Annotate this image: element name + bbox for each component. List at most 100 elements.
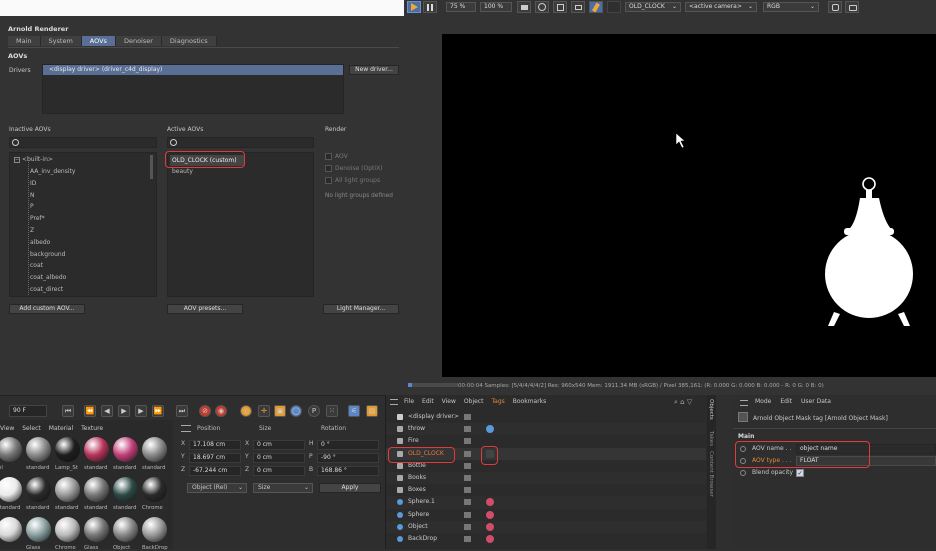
side-tab-takes[interactable]: Takes bbox=[708, 431, 714, 446]
material-thumbnail[interactable] bbox=[84, 477, 109, 502]
region-button[interactable] bbox=[517, 1, 531, 13]
visibility-toggle-icon[interactable] bbox=[464, 414, 471, 420]
material-thumbnail[interactable] bbox=[26, 477, 51, 502]
material-thumbnail[interactable] bbox=[142, 437, 167, 462]
keyframe-button[interactable]: ◎ bbox=[240, 405, 252, 417]
material-thumbnail[interactable] bbox=[26, 517, 51, 542]
object-row[interactable]: Boxes bbox=[386, 484, 706, 497]
list-item[interactable]: P bbox=[30, 201, 34, 213]
menu-view[interactable]: View bbox=[0, 425, 14, 432]
object-name[interactable]: <display driver> bbox=[408, 411, 459, 423]
menu-edit[interactable]: Edit bbox=[780, 398, 792, 405]
object-row[interactable]: Fire bbox=[386, 435, 706, 448]
rotate-key-icon[interactable]: ◯ bbox=[290, 405, 302, 417]
menu-bookmarks[interactable]: Bookmarks bbox=[513, 398, 547, 405]
material-thumbnail[interactable] bbox=[142, 517, 167, 542]
scale-key-icon[interactable]: ▣ bbox=[274, 405, 286, 417]
material-thumbnail[interactable] bbox=[113, 477, 138, 502]
menu-object[interactable]: Object bbox=[464, 398, 484, 405]
object-name[interactable]: BackDrop bbox=[408, 533, 437, 545]
driver-entry[interactable]: <display driver> (driver_c4d_display) bbox=[43, 65, 343, 75]
material-thumbnail[interactable] bbox=[55, 437, 80, 462]
visibility-toggle-icon[interactable] bbox=[464, 438, 471, 445]
prev-frame-button[interactable]: ◀ bbox=[101, 405, 113, 417]
crop-button[interactable] bbox=[553, 1, 567, 13]
next-frame-button[interactable]: ▶ bbox=[135, 405, 147, 417]
play-forward-button[interactable]: ▶ bbox=[118, 405, 130, 417]
tab-denoiser[interactable]: Denoiser bbox=[115, 36, 162, 46]
rotation-field[interactable]: 0 ° bbox=[317, 440, 379, 450]
visibility-toggle-icon[interactable] bbox=[464, 462, 471, 469]
menu-icon[interactable] bbox=[181, 425, 191, 432]
coordinate-mode-select[interactable]: Object (Rel) ⌄ bbox=[187, 483, 247, 493]
aov-presets-button[interactable]: AOV presets... bbox=[167, 304, 243, 314]
zoom-select[interactable]: 75 % bbox=[446, 2, 476, 12]
active-aovs-list[interactable]: OLD_CLOCK (custom) beauty bbox=[167, 152, 314, 297]
camera-button[interactable] bbox=[845, 1, 859, 13]
grid-button[interactable] bbox=[535, 1, 549, 13]
lock-button[interactable] bbox=[607, 1, 621, 13]
menu-tags[interactable]: Tags bbox=[491, 398, 504, 405]
film-strip-icon[interactable]: ▤ bbox=[366, 405, 378, 417]
new-driver-button[interactable]: New driver... bbox=[349, 65, 399, 75]
aov-checkbox[interactable] bbox=[325, 153, 332, 160]
position-field[interactable]: 17.108 cm bbox=[189, 440, 241, 450]
apply-button[interactable]: Apply bbox=[319, 483, 381, 493]
tab-aovs[interactable]: AOVs bbox=[81, 36, 116, 46]
size-mode-select[interactable]: Size ⌄ bbox=[253, 483, 313, 493]
visibility-toggle-icon[interactable] bbox=[464, 426, 471, 433]
light-manager-button[interactable]: Light Manager... bbox=[323, 304, 399, 314]
size-field[interactable]: 0 cm bbox=[253, 440, 305, 450]
rotation-field[interactable]: -90 ° bbox=[317, 453, 379, 463]
material-tag-icon[interactable] bbox=[486, 535, 494, 543]
visibility-toggle-icon[interactable] bbox=[464, 475, 471, 481]
filter-icon[interactable]: ▽ bbox=[687, 398, 692, 406]
record-button[interactable]: ⊘ bbox=[199, 405, 211, 417]
object-row[interactable]: Books bbox=[386, 472, 706, 485]
home-icon[interactable]: ⌂ bbox=[680, 398, 684, 406]
refresh-button[interactable] bbox=[828, 1, 842, 13]
goto-start-button[interactable]: ⏮ bbox=[62, 405, 74, 417]
menu-file[interactable]: File bbox=[404, 398, 414, 405]
prev-key-button[interactable]: ⏪ bbox=[84, 405, 96, 417]
list-item[interactable]: Pref* bbox=[30, 213, 45, 225]
list-item[interactable]: ID bbox=[30, 178, 36, 190]
menu-edit[interactable]: Edit bbox=[422, 398, 434, 405]
list-item[interactable]: background bbox=[30, 249, 66, 261]
active-search-field[interactable] bbox=[167, 137, 314, 148]
position-field[interactable]: 18.697 cm bbox=[189, 453, 241, 463]
visibility-toggle-icon[interactable] bbox=[464, 511, 471, 518]
side-tab-content-browser[interactable]: Content Browser bbox=[708, 451, 714, 497]
render-play-button[interactable] bbox=[407, 1, 421, 13]
inactive-aovs-list[interactable]: − <built-in> AA_inv_density ID N P Pref*… bbox=[9, 152, 157, 297]
list-item[interactable]: coat bbox=[30, 260, 43, 272]
object-name[interactable]: throw bbox=[408, 423, 425, 435]
tab-diagnostics[interactable]: Diagnostics bbox=[161, 36, 217, 46]
material-thumbnail[interactable] bbox=[55, 477, 80, 502]
material-thumbnail[interactable] bbox=[84, 437, 109, 462]
size-field[interactable]: 0 cm bbox=[253, 466, 305, 476]
visibility-toggle-icon[interactable] bbox=[464, 487, 471, 494]
channel-select[interactable]: RGB ⌄ bbox=[763, 2, 819, 12]
frame-field[interactable]: 90 F bbox=[9, 405, 47, 417]
render-canvas[interactable] bbox=[442, 34, 936, 377]
list-item[interactable]: coat_albedo bbox=[30, 272, 66, 284]
object-name[interactable]: Fire bbox=[408, 435, 419, 447]
object-row[interactable]: Sphere.1 bbox=[386, 496, 706, 509]
add-custom-aov-button[interactable]: Add custom AOV... bbox=[9, 304, 85, 314]
object-name[interactable]: Books bbox=[408, 472, 426, 484]
search-icon[interactable]: ⌕ bbox=[674, 398, 678, 406]
inactive-search-field[interactable] bbox=[9, 137, 157, 148]
visibility-toggle-icon[interactable] bbox=[464, 536, 471, 542]
denoise-checkbox[interactable] bbox=[325, 165, 332, 172]
object-row[interactable]: Sphere bbox=[386, 508, 706, 521]
anim-dot-icon[interactable] bbox=[740, 470, 746, 476]
object-name[interactable]: Boxes bbox=[408, 484, 426, 496]
position-field[interactable]: -67.244 cm bbox=[189, 466, 241, 476]
material-thumbnail[interactable] bbox=[0, 477, 22, 502]
side-tab-objects[interactable]: Objects bbox=[708, 399, 714, 420]
menu-user-data[interactable]: User Data bbox=[801, 398, 831, 405]
material-thumbnail[interactable] bbox=[0, 517, 22, 542]
visibility-toggle-icon[interactable] bbox=[464, 499, 471, 506]
size-field[interactable]: 0 cm bbox=[253, 453, 305, 463]
